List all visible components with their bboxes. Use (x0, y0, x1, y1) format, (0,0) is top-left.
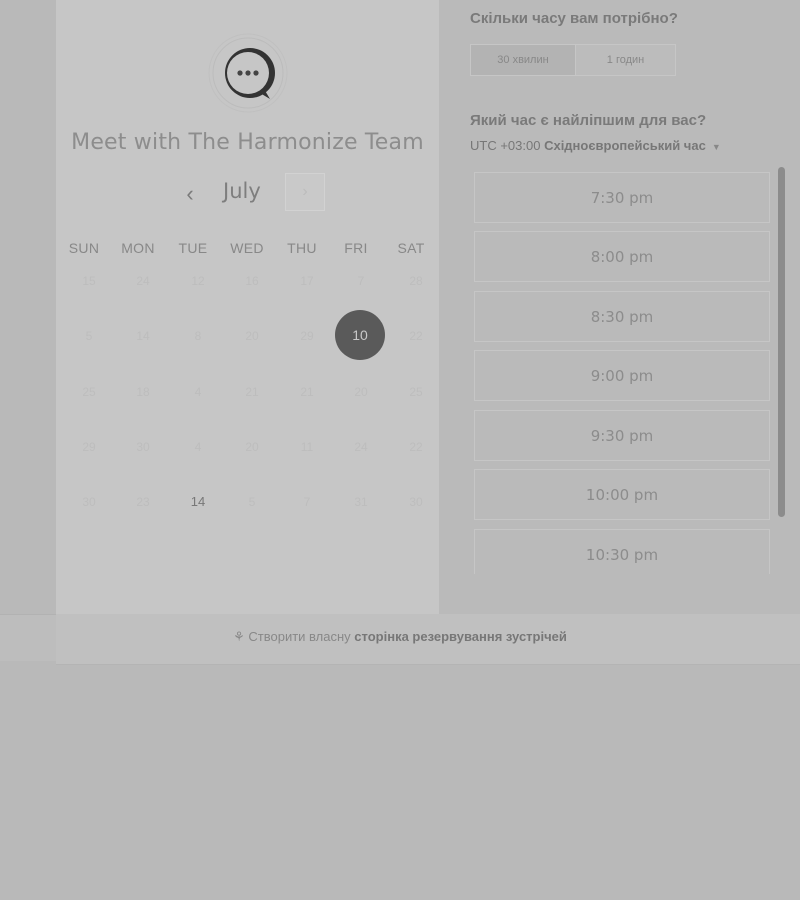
duration-1hour-button[interactable]: 1 годин (576, 45, 675, 75)
calendar-day: 17 (300, 274, 314, 288)
footer-prefix-text: Створити власну (248, 629, 351, 644)
time-slot-button[interactable]: 10:30 pm (474, 529, 770, 574)
weekday-tue: TUE (178, 240, 208, 256)
calendar-day: 29 (300, 329, 314, 343)
weekday-fri: FRI (344, 240, 368, 256)
calendar-day: 25 (82, 385, 96, 399)
calendar-day: 12 (191, 274, 205, 288)
duration-question: Скільки часу вам потрібно? (470, 10, 678, 27)
calendar-day-selected[interactable]: 10 (335, 310, 385, 360)
prev-month-button[interactable]: ‹ (178, 183, 202, 207)
calendar-day: 20 (245, 329, 259, 343)
time-slot-button[interactable]: 9:30 pm (474, 410, 770, 461)
month-label: July (223, 179, 261, 203)
duration-30min-button[interactable]: 30 хвилин (471, 45, 575, 75)
calendar-day: 21 (245, 385, 259, 399)
calendar-day: 5 (85, 329, 93, 343)
calendar-day: 30 (136, 440, 150, 454)
calendar-day: 14 (136, 329, 150, 343)
calendar-day: 23 (136, 495, 150, 509)
calendar-day: 7 (303, 495, 311, 509)
hubspot-sprocket-icon: ⚘ (233, 629, 245, 644)
calendar-day: 20 (245, 440, 259, 454)
calendar-day-available[interactable]: 14 (173, 477, 223, 527)
calendar-day: 8 (194, 329, 202, 343)
calendar-day: 24 (354, 440, 368, 454)
caret-down-icon: ▼ (711, 142, 721, 152)
time-slot-button[interactable]: 10:00 pm (474, 469, 770, 520)
weekday-thu: THU (287, 240, 317, 256)
time-question: Який час є найліпшим для вас? (470, 112, 707, 129)
timezone-offset: UTC +03:00 (470, 138, 541, 153)
calendar-day: 11 (300, 440, 314, 454)
time-slot-button[interactable]: 8:30 pm (474, 291, 770, 342)
calendar-day: 4 (194, 385, 202, 399)
time-slot-list: 7:30 pm 8:00 pm 8:30 pm 9:00 pm 9:30 pm … (472, 170, 772, 574)
calendar-day: 7 (357, 274, 365, 288)
calendar-day: 18 (136, 385, 150, 399)
calendar-day: 29 (82, 440, 96, 454)
timezone-selector[interactable]: UTC +03:00 Східноєвропейський час ▼ (470, 138, 721, 153)
calendar-day: 5 (248, 495, 256, 509)
calendar-day: 31 (354, 495, 368, 509)
next-month-button[interactable]: › (285, 173, 325, 211)
calendar-day: 30 (82, 495, 96, 509)
calendar-day: 25 (409, 385, 423, 399)
time-slot-button[interactable]: 9:00 pm (474, 350, 770, 401)
calendar-day: 15 (82, 274, 96, 288)
calendar-day: 22 (409, 329, 423, 343)
footer-bold-text: сторінка резервування зустрічей (354, 629, 567, 644)
create-booking-page-link[interactable]: ⚘ Створити власну сторінка резервування … (0, 629, 800, 645)
weekday-sat: SAT (397, 240, 425, 256)
calendar-day: 24 (136, 274, 150, 288)
calendar-day: 28 (409, 274, 423, 288)
calendar-day: 30 (409, 495, 423, 509)
chat-bubble-logo-icon (208, 33, 288, 113)
calendar-day: 16 (245, 274, 259, 288)
time-slot-button[interactable]: 7:30 pm (474, 172, 770, 223)
calendar-day: 22 (409, 440, 423, 454)
calendar-day: 21 (300, 385, 314, 399)
month-navigation: ‹ July › (56, 173, 439, 215)
duration-toggle: 30 хвилин 1 годин (470, 44, 676, 76)
calendar-day: 20 (354, 385, 368, 399)
calendar-day: 4 (194, 440, 202, 454)
time-slot-button[interactable]: 8:00 pm (474, 231, 770, 282)
scrollbar-thumb[interactable] (778, 167, 785, 517)
team-title: Meet with The Harmonize Team (71, 130, 424, 155)
timezone-name: Східноєвропейський час (544, 138, 706, 153)
weekday-sun: SUN (68, 240, 100, 256)
weekday-mon: MON (121, 240, 155, 256)
weekday-wed: WED (230, 240, 264, 256)
